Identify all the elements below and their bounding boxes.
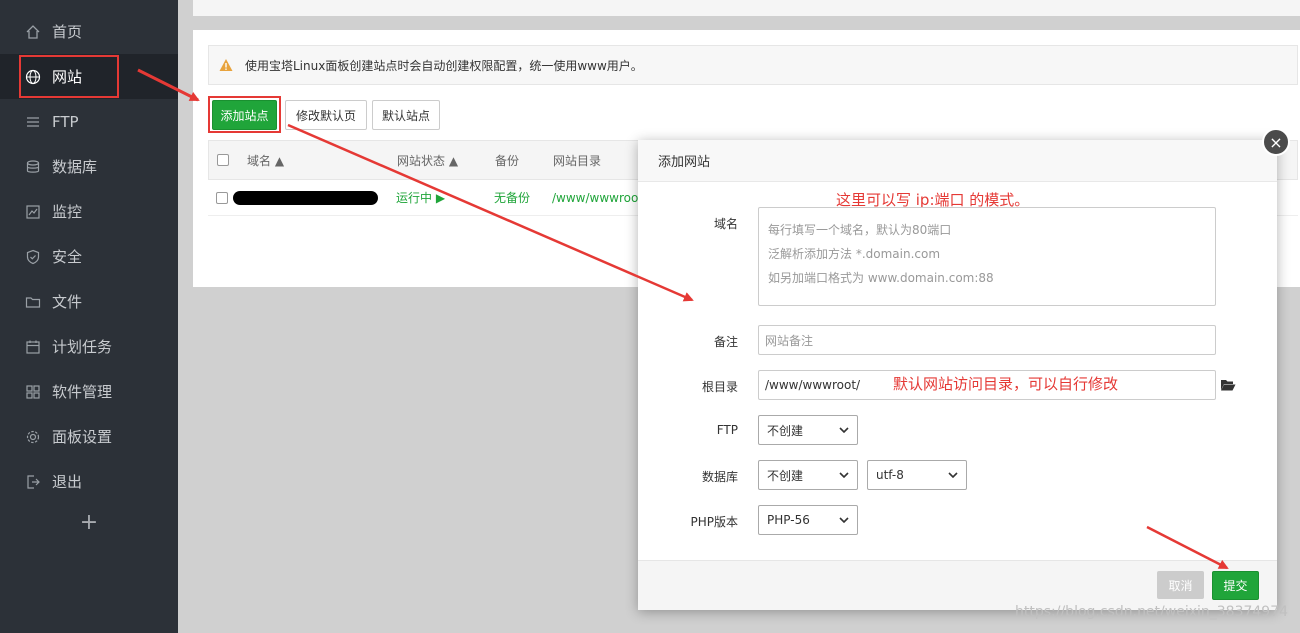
- annotation-arrows: [137, 68, 1229, 570]
- arrow-to-add-site: [137, 68, 200, 102]
- watermark: https://blog.csdn.net/weixin_38374974: [1015, 604, 1289, 620]
- arrow-to-domain: [287, 123, 694, 302]
- arrow-to-submit: [1146, 525, 1229, 570]
